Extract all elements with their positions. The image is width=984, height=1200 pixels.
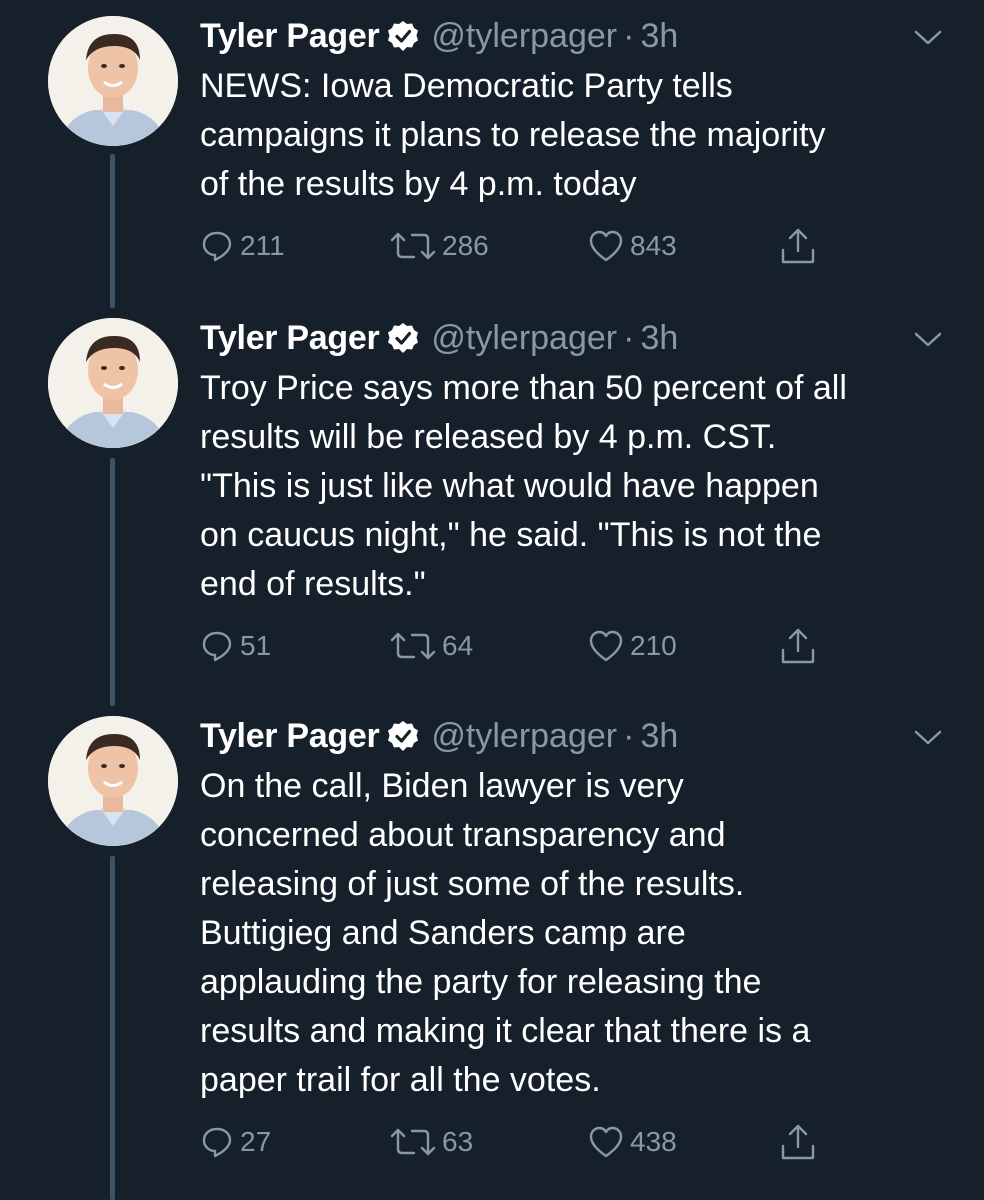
like-count: 843 bbox=[630, 230, 677, 261]
tweet-text-line: NEWS: Iowa Democratic Party tells bbox=[200, 67, 733, 105]
tweet-actions: 27 63 438 bbox=[200, 1120, 840, 1164]
tweet-text-line: end of results." bbox=[200, 565, 426, 603]
retweet-icon bbox=[390, 632, 436, 660]
display-name[interactable]: Tyler Pager bbox=[200, 717, 380, 756]
tweet-text-line: campaigns it plans to release the majori… bbox=[200, 116, 826, 154]
share-icon bbox=[781, 628, 815, 664]
avatar[interactable] bbox=[48, 318, 178, 448]
tweet-text-line: concerned about transparency and bbox=[200, 816, 726, 854]
retweet-count: 63 bbox=[442, 1126, 474, 1157]
reply-count: 51 bbox=[240, 630, 272, 661]
share-icon bbox=[781, 1124, 815, 1160]
user-handle[interactable]: @tylerpager bbox=[431, 17, 617, 56]
thread-connector bbox=[110, 154, 115, 308]
separator-dot: · bbox=[623, 716, 635, 755]
tweet-text-line: On the call, Biden lawyer is very bbox=[200, 767, 684, 805]
tweet-text: NEWS: Iowa Democratic Party tells campai… bbox=[200, 62, 960, 209]
timestamp[interactable]: 3h bbox=[640, 319, 678, 358]
tweet-text-line: paper trail for all the votes. bbox=[200, 1061, 601, 1099]
reply-icon bbox=[202, 631, 232, 662]
heart-icon bbox=[589, 1126, 623, 1158]
heart-icon bbox=[589, 230, 623, 262]
retweet-icon bbox=[390, 232, 436, 260]
tweet-text-line: on caucus night," he said. "This is not … bbox=[200, 516, 822, 554]
chevron-down-icon[interactable] bbox=[912, 28, 944, 48]
tweet-text-line: of the results by 4 p.m. today bbox=[200, 165, 637, 203]
retweet-count: 286 bbox=[442, 230, 489, 261]
tweet[interactable]: Tyler Pager @tylerpager · 3h Troy Price … bbox=[0, 316, 984, 706]
tweet-text-line: results and making it clear that there i… bbox=[200, 1012, 811, 1050]
tweet[interactable]: Tyler Pager @tylerpager · 3h NEWS: Iowa … bbox=[0, 14, 984, 314]
verified-badge-icon bbox=[387, 322, 419, 354]
reply-button[interactable]: 27 bbox=[200, 1120, 271, 1164]
tweet-text-line: Buttigieg and Sanders camp are bbox=[200, 914, 686, 952]
retweet-icon bbox=[390, 1128, 436, 1156]
tweet[interactable]: Tyler Pager @tylerpager · 3h On the call… bbox=[0, 714, 984, 1200]
timestamp[interactable]: 3h bbox=[640, 717, 678, 756]
reply-icon bbox=[202, 1127, 232, 1158]
tweet-text-line: "This is just like what would have happe… bbox=[200, 467, 819, 505]
reply-count: 211 bbox=[240, 230, 285, 261]
retweet-button[interactable]: 63 bbox=[390, 1120, 473, 1164]
tweet-text-line: releasing of just some of the results. bbox=[200, 865, 745, 903]
like-count: 210 bbox=[630, 630, 677, 661]
display-name[interactable]: Tyler Pager bbox=[200, 17, 380, 56]
reply-button[interactable]: 211 bbox=[200, 224, 285, 268]
tweet-header: Tyler Pager @tylerpager · 3h bbox=[200, 714, 678, 758]
chevron-down-icon[interactable] bbox=[912, 330, 944, 350]
retweet-button[interactable]: 64 bbox=[390, 624, 473, 668]
tweet-text: Troy Price says more than 50 percent of … bbox=[200, 364, 960, 609]
tweet-thread: Tyler Pager @tylerpager · 3h NEWS: Iowa … bbox=[0, 0, 984, 1200]
reply-count: 27 bbox=[240, 1126, 272, 1157]
tweet-header: Tyler Pager @tylerpager · 3h bbox=[200, 316, 678, 360]
thread-connector bbox=[110, 856, 115, 1200]
tweet-actions: 51 64 210 bbox=[200, 624, 840, 668]
share-button[interactable] bbox=[778, 1120, 818, 1164]
separator-dot: · bbox=[623, 318, 635, 357]
separator-dot: · bbox=[623, 16, 635, 55]
verified-badge-icon bbox=[387, 20, 419, 52]
avatar[interactable] bbox=[48, 16, 178, 146]
share-icon bbox=[781, 228, 815, 264]
reply-button[interactable]: 51 bbox=[200, 624, 271, 668]
display-name[interactable]: Tyler Pager bbox=[200, 319, 380, 358]
reply-icon bbox=[202, 231, 232, 262]
tweet-actions: 211 286 843 bbox=[200, 224, 840, 268]
chevron-down-icon[interactable] bbox=[912, 728, 944, 748]
tweet-header: Tyler Pager @tylerpager · 3h bbox=[200, 14, 678, 58]
tweet-text-line: results will be released by 4 p.m. CST. bbox=[200, 418, 777, 456]
retweet-count: 64 bbox=[442, 630, 474, 661]
heart-icon bbox=[589, 630, 623, 662]
timestamp[interactable]: 3h bbox=[640, 17, 678, 56]
like-button[interactable]: 438 bbox=[588, 1120, 677, 1164]
tweet-text-line: Troy Price says more than 50 percent of … bbox=[200, 369, 847, 407]
user-handle[interactable]: @tylerpager bbox=[431, 717, 617, 756]
verified-badge-icon bbox=[387, 720, 419, 752]
like-button[interactable]: 843 bbox=[588, 224, 677, 268]
retweet-button[interactable]: 286 bbox=[390, 224, 489, 268]
user-handle[interactable]: @tylerpager bbox=[431, 319, 617, 358]
like-count: 438 bbox=[630, 1126, 677, 1157]
like-button[interactable]: 210 bbox=[588, 624, 677, 668]
tweet-text: On the call, Biden lawyer is very concer… bbox=[200, 762, 960, 1105]
avatar[interactable] bbox=[48, 716, 178, 846]
share-button[interactable] bbox=[778, 224, 818, 268]
tweet-text-line: applauding the party for releasing the bbox=[200, 963, 762, 1001]
share-button[interactable] bbox=[778, 624, 818, 668]
thread-connector bbox=[110, 458, 115, 706]
